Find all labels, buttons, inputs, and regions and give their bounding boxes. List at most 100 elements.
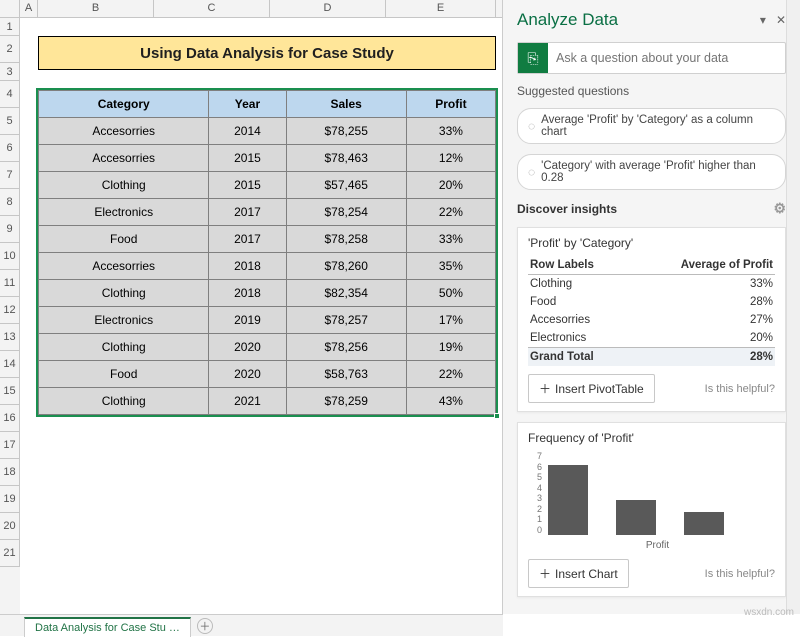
row-header[interactable]: 12	[0, 297, 20, 324]
row-header[interactable]: 14	[0, 351, 20, 378]
row-header[interactable]: 19	[0, 486, 20, 513]
row-header[interactable]: 17	[0, 432, 20, 459]
row-header[interactable]: 11	[0, 270, 20, 297]
row-header[interactable]: 6	[0, 135, 20, 162]
table-cell[interactable]: Electronics	[39, 307, 209, 334]
table-cell[interactable]: $58,763	[286, 361, 406, 388]
table-cell[interactable]: $78,259	[286, 388, 406, 415]
is-helpful-link[interactable]: Is this helpful?	[705, 383, 775, 395]
search-input[interactable]	[548, 51, 785, 65]
column-header[interactable]: A	[20, 0, 38, 17]
row-header[interactable]: 15	[0, 378, 20, 405]
table-cell[interactable]: $82,354	[286, 280, 406, 307]
table-header-cell[interactable]: Sales	[286, 91, 406, 118]
row-header[interactable]: 16	[0, 405, 20, 432]
row-header[interactable]: 7	[0, 162, 20, 189]
close-icon[interactable]: ✕	[776, 13, 786, 27]
table-cell[interactable]: 2020	[209, 361, 286, 388]
column-header[interactable]: C	[154, 0, 270, 17]
table-cell[interactable]: $78,260	[286, 253, 406, 280]
column-header[interactable]: B	[38, 0, 154, 17]
select-all-corner[interactable]	[0, 0, 20, 17]
table-cell[interactable]: $78,254	[286, 199, 406, 226]
table-cell[interactable]: 2020	[209, 334, 286, 361]
table-cell[interactable]: 2017	[209, 199, 286, 226]
table-cell[interactable]: 2017	[209, 226, 286, 253]
table-cell[interactable]: 2015	[209, 145, 286, 172]
table-cell[interactable]: 22%	[406, 199, 495, 226]
table-row[interactable]: Accesorries2018$78,26035%	[39, 253, 496, 280]
table-cell[interactable]: Accesorries	[39, 118, 209, 145]
table-row[interactable]: Clothing2018$82,35450%	[39, 280, 496, 307]
column-header[interactable]: E	[386, 0, 496, 17]
table-row[interactable]: Accesorries2014$78,25533%	[39, 118, 496, 145]
table-cell[interactable]: 33%	[406, 226, 495, 253]
table-row[interactable]: Food2017$78,25833%	[39, 226, 496, 253]
table-cell[interactable]: $78,256	[286, 334, 406, 361]
table-cell[interactable]: 43%	[406, 388, 495, 415]
sheet-tab[interactable]: Data Analysis for Case Stu …	[24, 617, 191, 637]
table-cell[interactable]: Clothing	[39, 280, 209, 307]
row-header[interactable]: 4	[0, 81, 20, 108]
table-cell[interactable]: 50%	[406, 280, 495, 307]
row-header[interactable]: 20	[0, 513, 20, 540]
insert-pivottable-button[interactable]: ＋ Insert PivotTable	[528, 374, 655, 403]
insert-chart-button[interactable]: ＋ Insert Chart	[528, 559, 629, 588]
table-cell[interactable]: $57,465	[286, 172, 406, 199]
table-row[interactable]: Accesorries2015$78,46312%	[39, 145, 496, 172]
table-cell[interactable]: 22%	[406, 361, 495, 388]
pane-menu-icon[interactable]: ▾	[760, 13, 766, 27]
table-row[interactable]: Electronics2017$78,25422%	[39, 199, 496, 226]
table-cell[interactable]: 2018	[209, 280, 286, 307]
table-cell[interactable]: Accesorries	[39, 253, 209, 280]
table-header-cell[interactable]: Category	[39, 91, 209, 118]
row-header[interactable]: 9	[0, 216, 20, 243]
table-cell[interactable]: $78,258	[286, 226, 406, 253]
vertical-scrollbar[interactable]	[786, 0, 800, 614]
table-cell[interactable]: 35%	[406, 253, 495, 280]
gear-icon[interactable]: ⚙	[773, 200, 786, 217]
table-row[interactable]: Clothing2020$78,25619%	[39, 334, 496, 361]
row-header[interactable]: 8	[0, 189, 20, 216]
table-cell[interactable]: $78,463	[286, 145, 406, 172]
row-header[interactable]: 3	[0, 63, 20, 81]
table-cell[interactable]: 2014	[209, 118, 286, 145]
table-cell[interactable]: 2019	[209, 307, 286, 334]
table-cell[interactable]: 2015	[209, 172, 286, 199]
table-row[interactable]: Electronics2019$78,25717%	[39, 307, 496, 334]
table-cell[interactable]: Electronics	[39, 199, 209, 226]
table-row[interactable]: Clothing2015$57,46520%	[39, 172, 496, 199]
cells-grid[interactable]: Using Data Analysis for Case Study Categ…	[20, 18, 502, 614]
table-cell[interactable]: 33%	[406, 118, 495, 145]
row-header[interactable]: 21	[0, 540, 20, 567]
row-header[interactable]: 1	[0, 18, 20, 36]
data-table-selection[interactable]: CategoryYearSalesProfit Accesorries2014$…	[38, 90, 496, 415]
suggested-question-pill[interactable]: ◌ Average 'Profit' by 'Category' as a co…	[517, 108, 786, 144]
table-cell[interactable]: 12%	[406, 145, 495, 172]
row-header[interactable]: 5	[0, 108, 20, 135]
row-header[interactable]: 2	[0, 36, 20, 63]
table-cell[interactable]: 2021	[209, 388, 286, 415]
table-cell[interactable]: Food	[39, 226, 209, 253]
is-helpful-link[interactable]: Is this helpful?	[705, 568, 775, 580]
question-search-box[interactable]: ⎘	[517, 42, 786, 74]
table-cell[interactable]: 20%	[406, 172, 495, 199]
table-cell[interactable]: Clothing	[39, 172, 209, 199]
add-sheet-button[interactable]: ＋	[197, 618, 213, 634]
table-cell[interactable]: Clothing	[39, 334, 209, 361]
sheet-title-merged-cell[interactable]: Using Data Analysis for Case Study	[38, 36, 496, 70]
table-header-cell[interactable]: Profit	[406, 91, 495, 118]
table-cell[interactable]: Food	[39, 361, 209, 388]
table-cell[interactable]: $78,257	[286, 307, 406, 334]
table-cell[interactable]: 17%	[406, 307, 495, 334]
table-cell[interactable]: $78,255	[286, 118, 406, 145]
table-cell[interactable]: Clothing	[39, 388, 209, 415]
table-header-cell[interactable]: Year	[209, 91, 286, 118]
table-cell[interactable]: 2018	[209, 253, 286, 280]
table-cell[interactable]: 19%	[406, 334, 495, 361]
table-row[interactable]: Clothing2021$78,25943%	[39, 388, 496, 415]
suggested-question-pill[interactable]: ◌ 'Category' with average 'Profit' highe…	[517, 154, 786, 190]
selection-handle-icon[interactable]	[494, 413, 500, 419]
row-header[interactable]: 13	[0, 324, 20, 351]
column-header[interactable]: D	[270, 0, 386, 17]
